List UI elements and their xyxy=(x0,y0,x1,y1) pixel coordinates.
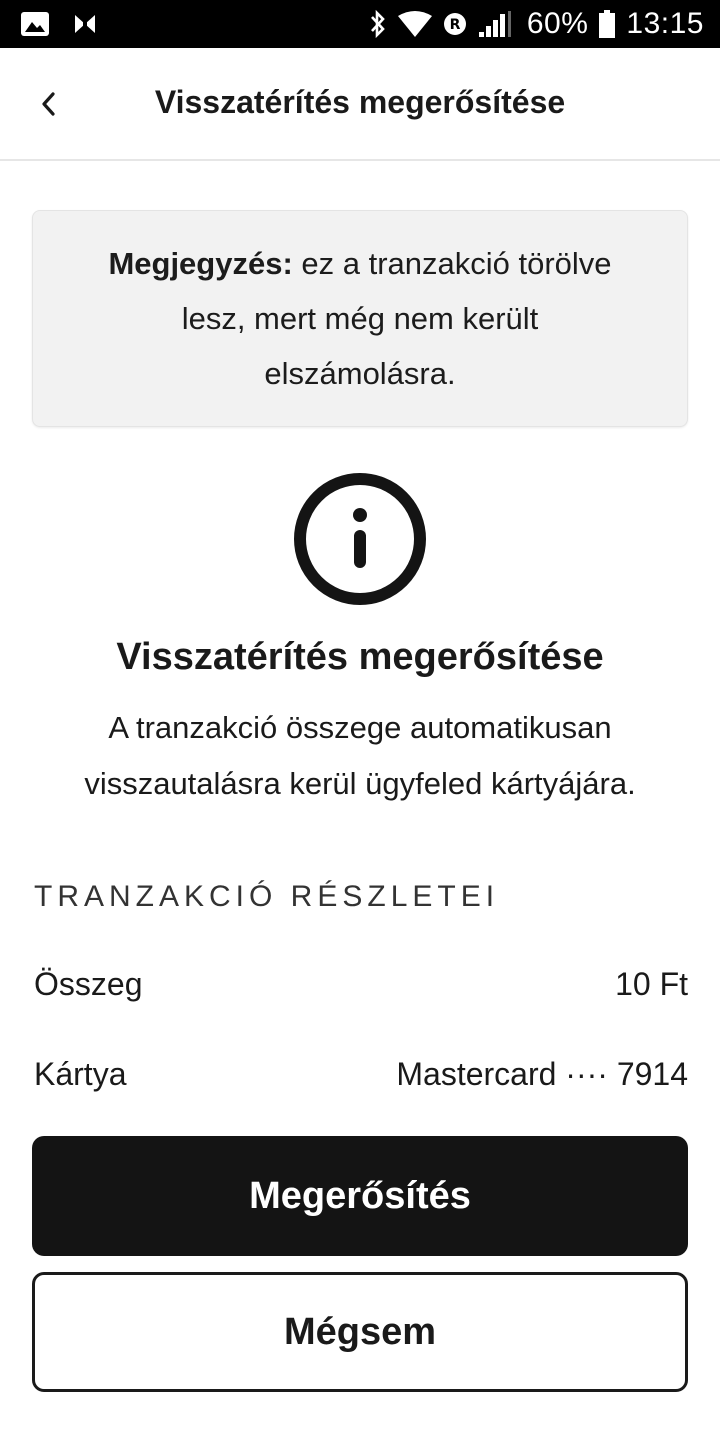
cancel-button[interactable]: Mégsem xyxy=(32,1272,688,1392)
card-value: Mastercard ···· 7914 xyxy=(396,1056,688,1092)
note-box: Megjegyzés: ez a tranzakció törölve lesz… xyxy=(32,210,688,427)
page-title: Visszatérítés megerősítése xyxy=(154,84,566,120)
status-bar: R 60% 13:15 xyxy=(0,0,720,48)
info-icon xyxy=(294,473,426,605)
image-icon xyxy=(20,11,50,37)
status-bar-right: R 60% 13:15 xyxy=(359,7,704,41)
app-icon xyxy=(72,11,98,37)
status-bar-left xyxy=(20,11,120,37)
roaming-icon: R xyxy=(443,12,467,36)
confirm-description: A tranzakció összege automatikusan vissz… xyxy=(84,710,636,801)
wifi-icon xyxy=(397,10,433,38)
note-text: Megjegyzés: ez a tranzakció törölve lesz… xyxy=(83,236,637,401)
note-label: Megjegyzés: xyxy=(108,246,293,281)
amount-value: 10 Ft xyxy=(615,966,688,1002)
battery-percent: 60% xyxy=(526,7,589,40)
svg-text:R: R xyxy=(449,17,460,33)
confirm-heading: Visszatérítés megerősítése xyxy=(116,636,604,678)
amount-label: Összeg xyxy=(34,966,143,1002)
details-section-title: TRANZAKCIÓ RÉSZLETEI xyxy=(34,880,500,913)
detail-row-card: Kártya Mastercard ···· 7914 xyxy=(34,1056,688,1093)
detail-row-amount: Összeg 10 Ft xyxy=(34,966,688,1003)
confirm-button[interactable]: Megerősítés xyxy=(32,1136,688,1256)
clock: 13:15 xyxy=(626,7,704,40)
battery-icon xyxy=(598,9,616,39)
signal-icon xyxy=(477,10,517,38)
bluetooth-icon xyxy=(369,9,387,39)
app-header: Visszatérítés megerősítése xyxy=(0,48,720,161)
card-label: Kártya xyxy=(34,1056,127,1092)
